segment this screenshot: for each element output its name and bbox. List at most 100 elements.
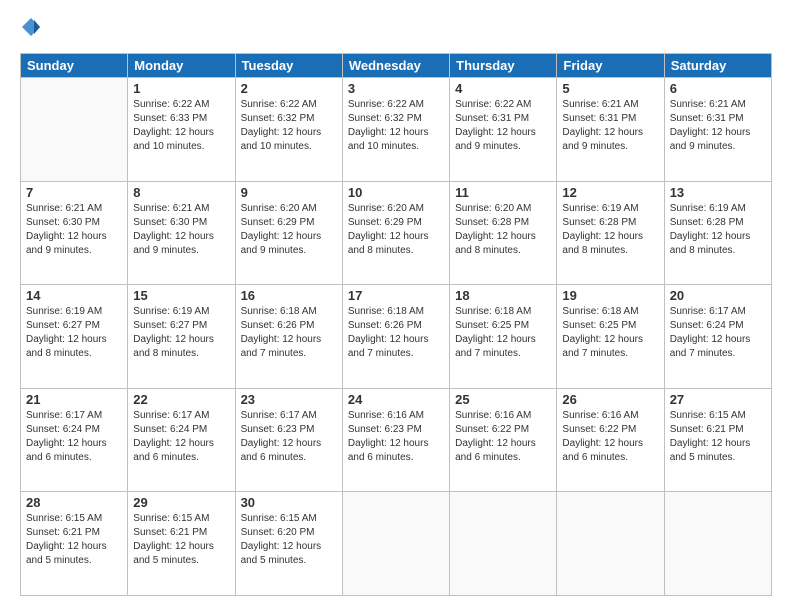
day-number: 8 (133, 185, 229, 200)
calendar-day-cell: 22 Sunrise: 6:17 AM Sunset: 6:24 PM Dayli… (128, 388, 235, 492)
calendar-day-cell: 14Sunrise: 6:19 AM Sunset: 6:27 PM Dayli… (21, 285, 128, 389)
day-number: 14 (26, 288, 122, 303)
calendar-day-cell: 21 Sunrise: 6:17 AM Sunset: 6:24 PM Dayli… (21, 388, 128, 492)
day-info: Sunrise: 6:20 AM Sunset: 6:29 PM Dayligh… (348, 202, 444, 258)
calendar-day-cell: 17 Sunrise: 6:18 AM Sunset: 6:26 PM Dayli… (342, 285, 449, 389)
day-number: 16 (241, 288, 337, 303)
calendar-weekday-header: Sunday (21, 54, 128, 78)
calendar-day-cell: 16 Sunrise: 6:18 AM Sunset: 6:26 PM Dayli… (235, 285, 342, 389)
calendar-day-cell: 26 Sunrise: 6:16 AM Sunset: 6:22 PM Dayli… (557, 388, 664, 492)
page: SundayMondayTuesdayWednesdayThursdayFrid… (0, 0, 792, 612)
day-number: 22 (133, 392, 229, 407)
calendar-day-cell: 3 Sunrise: 6:22 AM Sunset: 6:32 PM Daylig… (342, 78, 449, 182)
day-number: 5 (562, 81, 658, 96)
calendar-weekday-header: Friday (557, 54, 664, 78)
day-number: 26 (562, 392, 658, 407)
calendar-day-cell: 13 Sunrise: 6:19 AM Sunset: 6:28 PM Dayli… (664, 181, 771, 285)
day-info: Sunrise: 6:18 AM Sunset: 6:26 PM Dayligh… (241, 305, 337, 361)
calendar-day-cell: 4 Sunrise: 6:22 AM Sunset: 6:31 PM Daylig… (450, 78, 557, 182)
calendar-day-cell: 27 Sunrise: 6:15 AM Sunset: 6:21 PM Dayli… (664, 388, 771, 492)
calendar-day-cell: 29 Sunrise: 6:15 AM Sunset: 6:21 PM Dayli… (128, 492, 235, 596)
day-number: 15 (133, 288, 229, 303)
calendar-day-cell (450, 492, 557, 596)
calendar-day-cell: 2Sunrise: 6:22 AM Sunset: 6:32 PM Daylig… (235, 78, 342, 182)
calendar-table: SundayMondayTuesdayWednesdayThursdayFrid… (20, 53, 772, 596)
day-number: 6 (670, 81, 766, 96)
day-number: 29 (133, 495, 229, 510)
day-info: Sunrise: 6:16 AM Sunset: 6:23 PM Dayligh… (348, 409, 444, 465)
calendar-day-cell: 23 Sunrise: 6:17 AM Sunset: 6:23 PM Dayli… (235, 388, 342, 492)
day-number: 9 (241, 185, 337, 200)
day-info: Sunrise: 6:18 AM Sunset: 6:25 PM Dayligh… (562, 305, 658, 361)
day-number: 4 (455, 81, 551, 96)
day-info: Sunrise: 6:21 AM Sunset: 6:31 PM Dayligh… (562, 98, 658, 154)
day-info: Sunrise: 6:21 AM Sunset: 6:30 PM Dayligh… (133, 202, 229, 258)
day-number: 7 (26, 185, 122, 200)
calendar-day-cell: 9 Sunrise: 6:20 AM Sunset: 6:29 PM Daylig… (235, 181, 342, 285)
day-info: Sunrise: 6:15 AM Sunset: 6:21 PM Dayligh… (133, 512, 229, 568)
calendar-day-cell: 20 Sunrise: 6:17 AM Sunset: 6:24 PM Dayli… (664, 285, 771, 389)
day-info: Sunrise: 6:19 AM Sunset: 6:28 PM Dayligh… (562, 202, 658, 258)
calendar-weekday-header: Wednesday (342, 54, 449, 78)
calendar-day-cell: 11Sunrise: 6:20 AM Sunset: 6:28 PM Dayli… (450, 181, 557, 285)
day-number: 20 (670, 288, 766, 303)
day-info: Sunrise: 6:21 AM Sunset: 6:30 PM Dayligh… (26, 202, 122, 258)
day-info: Sunrise: 6:21 AM Sunset: 6:31 PM Dayligh… (670, 98, 766, 154)
day-number: 2 (241, 81, 337, 96)
day-info: Sunrise: 6:17 AM Sunset: 6:23 PM Dayligh… (241, 409, 337, 465)
day-number: 13 (670, 185, 766, 200)
calendar-day-cell: 6 Sunrise: 6:21 AM Sunset: 6:31 PM Daylig… (664, 78, 771, 182)
day-info: Sunrise: 6:20 AM Sunset: 6:29 PM Dayligh… (241, 202, 337, 258)
calendar-day-cell: 25 Sunrise: 6:16 AM Sunset: 6:22 PM Dayli… (450, 388, 557, 492)
day-info: Sunrise: 6:17 AM Sunset: 6:24 PM Dayligh… (26, 409, 122, 465)
calendar-weekday-header: Saturday (664, 54, 771, 78)
day-number: 23 (241, 392, 337, 407)
logo-icon (20, 16, 42, 38)
calendar-weekday-header: Monday (128, 54, 235, 78)
calendar-day-cell: 18Sunrise: 6:18 AM Sunset: 6:25 PM Dayli… (450, 285, 557, 389)
calendar-day-cell: 10 Sunrise: 6:20 AM Sunset: 6:29 PM Dayli… (342, 181, 449, 285)
calendar-header-row: SundayMondayTuesdayWednesdayThursdayFrid… (21, 54, 772, 78)
day-number: 17 (348, 288, 444, 303)
day-info: Sunrise: 6:18 AM Sunset: 6:25 PM Dayligh… (455, 305, 551, 361)
day-info: Sunrise: 6:16 AM Sunset: 6:22 PM Dayligh… (562, 409, 658, 465)
calendar-week-row: 14 Sunrise: 6:19 AM Sunset: 6:27 PM Dayli… (21, 285, 772, 389)
calendar-day-cell: 24 Sunrise: 6:16 AM Sunset: 6:23 PM Dayli… (342, 388, 449, 492)
calendar-week-row: 21 Sunrise: 6:17 AM Sunset: 6:24 PM Dayli… (21, 388, 772, 492)
calendar-body: 1 Sunrise: 6:22 AM Sunset: 6:33 PM Daylig… (21, 78, 772, 596)
day-info: Sunrise: 6:22 AM Sunset: 6:32 PM Dayligh… (348, 98, 444, 154)
calendar-day-cell: 30Sunrise: 6:15 AM Sunset: 6:20 PM Dayli… (235, 492, 342, 596)
day-info: Sunrise: 6:22 AM Sunset: 6:33 PM Dayligh… (133, 98, 229, 154)
calendar-day-cell (664, 492, 771, 596)
day-number: 27 (670, 392, 766, 407)
calendar-day-cell (21, 78, 128, 182)
day-info: Sunrise: 6:15 AM Sunset: 6:21 PM Dayligh… (26, 512, 122, 568)
calendar-day-cell: 15 Sunrise: 6:19 AM Sunset: 6:27 PM Dayli… (128, 285, 235, 389)
day-number: 21 (26, 392, 122, 407)
day-number: 10 (348, 185, 444, 200)
calendar-week-row: 7 Sunrise: 6:21 AM Sunset: 6:30 PM Daylig… (21, 181, 772, 285)
calendar-day-cell: 8 Sunrise: 6:21 AM Sunset: 6:30 PM Daylig… (128, 181, 235, 285)
day-info: Sunrise: 6:17 AM Sunset: 6:24 PM Dayligh… (133, 409, 229, 465)
day-number: 11 (455, 185, 551, 200)
day-number: 28 (26, 495, 122, 510)
day-number: 30 (241, 495, 337, 510)
logo (20, 16, 44, 43)
calendar-day-cell: 19 Sunrise: 6:18 AM Sunset: 6:25 PM Dayli… (557, 285, 664, 389)
day-info: Sunrise: 6:16 AM Sunset: 6:22 PM Dayligh… (455, 409, 551, 465)
day-info: Sunrise: 6:22 AM Sunset: 6:31 PM Dayligh… (455, 98, 551, 154)
day-number: 19 (562, 288, 658, 303)
calendar-day-cell: 1 Sunrise: 6:22 AM Sunset: 6:33 PM Daylig… (128, 78, 235, 182)
day-number: 24 (348, 392, 444, 407)
day-number: 1 (133, 81, 229, 96)
day-info: Sunrise: 6:19 AM Sunset: 6:28 PM Dayligh… (670, 202, 766, 258)
day-info: Sunrise: 6:15 AM Sunset: 6:21 PM Dayligh… (670, 409, 766, 465)
calendar-day-cell: 7 Sunrise: 6:21 AM Sunset: 6:30 PM Daylig… (21, 181, 128, 285)
day-info: Sunrise: 6:18 AM Sunset: 6:26 PM Dayligh… (348, 305, 444, 361)
day-info: Sunrise: 6:17 AM Sunset: 6:24 PM Dayligh… (670, 305, 766, 361)
day-number: 3 (348, 81, 444, 96)
day-number: 25 (455, 392, 551, 407)
day-info: Sunrise: 6:19 AM Sunset: 6:27 PM Dayligh… (133, 305, 229, 361)
calendar-day-cell: 12Sunrise: 6:19 AM Sunset: 6:28 PM Dayli… (557, 181, 664, 285)
calendar-day-cell: 28 Sunrise: 6:15 AM Sunset: 6:21 PM Dayli… (21, 492, 128, 596)
